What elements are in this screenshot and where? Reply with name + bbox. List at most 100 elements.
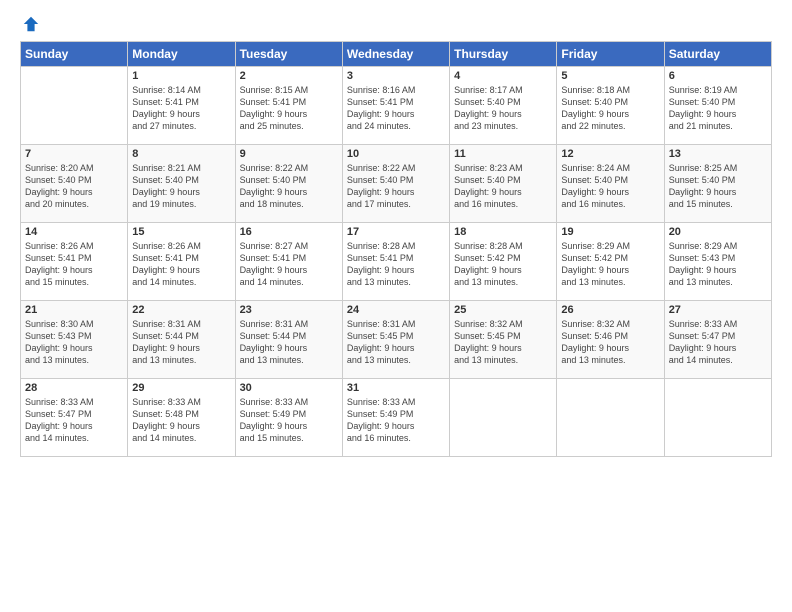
- day-info: Sunrise: 8:30 AMSunset: 5:43 PMDaylight:…: [25, 318, 123, 367]
- day-info: Sunrise: 8:26 AMSunset: 5:41 PMDaylight:…: [132, 240, 230, 289]
- calendar-week-row: 14 Sunrise: 8:26 AMSunset: 5:41 PMDayligh…: [21, 223, 772, 301]
- calendar-cell: 26 Sunrise: 8:32 AMSunset: 5:46 PMDayligh…: [557, 301, 664, 379]
- day-info: Sunrise: 8:22 AMSunset: 5:40 PMDaylight:…: [240, 162, 338, 211]
- calendar-cell: 7 Sunrise: 8:20 AMSunset: 5:40 PMDaylight…: [21, 145, 128, 223]
- day-number: 30: [240, 382, 338, 394]
- calendar-header-thursday: Thursday: [450, 42, 557, 67]
- calendar-week-row: 1Sunrise: 8:14 AMSunset: 5:41 PMDaylight…: [21, 67, 772, 145]
- day-info: Sunrise: 8:18 AMSunset: 5:40 PMDaylight:…: [561, 84, 659, 133]
- day-number: 22: [132, 304, 230, 316]
- day-number: 3: [347, 70, 445, 82]
- day-info: Sunrise: 8:21 AMSunset: 5:40 PMDaylight:…: [132, 162, 230, 211]
- day-info: Sunrise: 8:19 AMSunset: 5:40 PMDaylight:…: [669, 84, 767, 133]
- calendar-cell: [664, 379, 771, 457]
- calendar-header-monday: Monday: [128, 42, 235, 67]
- day-info: Sunrise: 8:33 AMSunset: 5:49 PMDaylight:…: [347, 396, 445, 445]
- calendar-cell: 29 Sunrise: 8:33 AMSunset: 5:48 PMDayligh…: [128, 379, 235, 457]
- day-info: Sunrise: 8:24 AMSunset: 5:40 PMDaylight:…: [561, 162, 659, 211]
- calendar-table: SundayMondayTuesdayWednesdayThursdayFrid…: [20, 41, 772, 457]
- calendar-week-row: 21 Sunrise: 8:30 AMSunset: 5:43 PMDayligh…: [21, 301, 772, 379]
- day-info: Sunrise: 8:22 AMSunset: 5:40 PMDaylight:…: [347, 162, 445, 211]
- day-number: 13: [669, 148, 767, 160]
- day-number: 16: [240, 226, 338, 238]
- day-info: Sunrise: 8:28 AMSunset: 5:41 PMDaylight:…: [347, 240, 445, 289]
- calendar-cell: 16 Sunrise: 8:27 AMSunset: 5:41 PMDayligh…: [235, 223, 342, 301]
- calendar-cell: 30Sunrise: 8:33 AMSunset: 5:49 PMDayligh…: [235, 379, 342, 457]
- calendar-cell: 11Sunrise: 8:23 AMSunset: 5:40 PMDayligh…: [450, 145, 557, 223]
- calendar-cell: 12Sunrise: 8:24 AMSunset: 5:40 PMDayligh…: [557, 145, 664, 223]
- day-info: Sunrise: 8:27 AMSunset: 5:41 PMDaylight:…: [240, 240, 338, 289]
- calendar-header-row: SundayMondayTuesdayWednesdayThursdayFrid…: [21, 42, 772, 67]
- calendar-cell: 25Sunrise: 8:32 AMSunset: 5:45 PMDayligh…: [450, 301, 557, 379]
- day-number: 27: [669, 304, 767, 316]
- calendar-cell: 28 Sunrise: 8:33 AMSunset: 5:47 PMDayligh…: [21, 379, 128, 457]
- day-info: Sunrise: 8:33 AMSunset: 5:48 PMDaylight:…: [132, 396, 230, 445]
- calendar-cell: 10 Sunrise: 8:22 AMSunset: 5:40 PMDayligh…: [342, 145, 449, 223]
- logo-icon: [22, 15, 40, 33]
- day-info: Sunrise: 8:33 AMSunset: 5:47 PMDaylight:…: [25, 396, 123, 445]
- day-number: 18: [454, 226, 552, 238]
- calendar-cell: 2 Sunrise: 8:15 AMSunset: 5:41 PMDaylight…: [235, 67, 342, 145]
- day-number: 23: [240, 304, 338, 316]
- calendar-week-row: 28 Sunrise: 8:33 AMSunset: 5:47 PMDayligh…: [21, 379, 772, 457]
- calendar-cell: 23 Sunrise: 8:31 AMSunset: 5:44 PMDayligh…: [235, 301, 342, 379]
- calendar-cell: 18 Sunrise: 8:28 AMSunset: 5:42 PMDayligh…: [450, 223, 557, 301]
- day-info: Sunrise: 8:32 AMSunset: 5:46 PMDaylight:…: [561, 318, 659, 367]
- day-info: Sunrise: 8:26 AMSunset: 5:41 PMDaylight:…: [25, 240, 123, 289]
- calendar-cell: 9Sunrise: 8:22 AMSunset: 5:40 PMDaylight…: [235, 145, 342, 223]
- day-info: Sunrise: 8:32 AMSunset: 5:45 PMDaylight:…: [454, 318, 552, 367]
- day-number: 7: [25, 148, 123, 160]
- day-info: Sunrise: 8:29 AMSunset: 5:42 PMDaylight:…: [561, 240, 659, 289]
- calendar-cell: 14 Sunrise: 8:26 AMSunset: 5:41 PMDayligh…: [21, 223, 128, 301]
- day-info: Sunrise: 8:31 AMSunset: 5:44 PMDaylight:…: [132, 318, 230, 367]
- day-number: 10: [347, 148, 445, 160]
- day-number: 31: [347, 382, 445, 394]
- calendar-cell: [450, 379, 557, 457]
- day-info: Sunrise: 8:31 AMSunset: 5:45 PMDaylight:…: [347, 318, 445, 367]
- calendar-cell: 21 Sunrise: 8:30 AMSunset: 5:43 PMDayligh…: [21, 301, 128, 379]
- calendar-header-sunday: Sunday: [21, 42, 128, 67]
- calendar-cell: 5 Sunrise: 8:18 AMSunset: 5:40 PMDaylight…: [557, 67, 664, 145]
- logo: [20, 15, 40, 33]
- calendar-header-friday: Friday: [557, 42, 664, 67]
- day-number: 15: [132, 226, 230, 238]
- calendar-cell: 6 Sunrise: 8:19 AMSunset: 5:40 PMDaylight…: [664, 67, 771, 145]
- day-info: Sunrise: 8:15 AMSunset: 5:41 PMDaylight:…: [240, 84, 338, 133]
- day-number: 21: [25, 304, 123, 316]
- calendar-cell: 8 Sunrise: 8:21 AMSunset: 5:40 PMDaylight…: [128, 145, 235, 223]
- day-number: 19: [561, 226, 659, 238]
- day-info: Sunrise: 8:33 AMSunset: 5:47 PMDaylight:…: [669, 318, 767, 367]
- day-info: Sunrise: 8:31 AMSunset: 5:44 PMDaylight:…: [240, 318, 338, 367]
- day-number: 17: [347, 226, 445, 238]
- calendar-cell: 20 Sunrise: 8:29 AMSunset: 5:43 PMDayligh…: [664, 223, 771, 301]
- day-number: 26: [561, 304, 659, 316]
- calendar-header-tuesday: Tuesday: [235, 42, 342, 67]
- calendar-cell: 15 Sunrise: 8:26 AMSunset: 5:41 PMDayligh…: [128, 223, 235, 301]
- day-info: Sunrise: 8:16 AMSunset: 5:41 PMDaylight:…: [347, 84, 445, 133]
- day-info: Sunrise: 8:25 AMSunset: 5:40 PMDaylight:…: [669, 162, 767, 211]
- day-info: Sunrise: 8:20 AMSunset: 5:40 PMDaylight:…: [25, 162, 123, 211]
- day-number: 28: [25, 382, 123, 394]
- day-number: 29: [132, 382, 230, 394]
- day-number: 14: [25, 226, 123, 238]
- day-number: 5: [561, 70, 659, 82]
- calendar-cell: 3 Sunrise: 8:16 AMSunset: 5:41 PMDaylight…: [342, 67, 449, 145]
- day-info: Sunrise: 8:14 AMSunset: 5:41 PMDaylight:…: [132, 84, 230, 133]
- day-number: 4: [454, 70, 552, 82]
- calendar-cell: 17 Sunrise: 8:28 AMSunset: 5:41 PMDayligh…: [342, 223, 449, 301]
- calendar-cell: 24Sunrise: 8:31 AMSunset: 5:45 PMDayligh…: [342, 301, 449, 379]
- day-info: Sunrise: 8:23 AMSunset: 5:40 PMDaylight:…: [454, 162, 552, 211]
- header: [20, 15, 772, 33]
- calendar-cell: 27 Sunrise: 8:33 AMSunset: 5:47 PMDayligh…: [664, 301, 771, 379]
- calendar-week-row: 7 Sunrise: 8:20 AMSunset: 5:40 PMDaylight…: [21, 145, 772, 223]
- calendar-cell: 4Sunrise: 8:17 AMSunset: 5:40 PMDaylight…: [450, 67, 557, 145]
- page: SundayMondayTuesdayWednesdayThursdayFrid…: [0, 0, 792, 612]
- day-info: Sunrise: 8:28 AMSunset: 5:42 PMDaylight:…: [454, 240, 552, 289]
- day-number: 8: [132, 148, 230, 160]
- day-number: 20: [669, 226, 767, 238]
- calendar-cell: 22 Sunrise: 8:31 AMSunset: 5:44 PMDayligh…: [128, 301, 235, 379]
- day-number: 2: [240, 70, 338, 82]
- calendar-header-wednesday: Wednesday: [342, 42, 449, 67]
- day-number: 6: [669, 70, 767, 82]
- day-info: Sunrise: 8:29 AMSunset: 5:43 PMDaylight:…: [669, 240, 767, 289]
